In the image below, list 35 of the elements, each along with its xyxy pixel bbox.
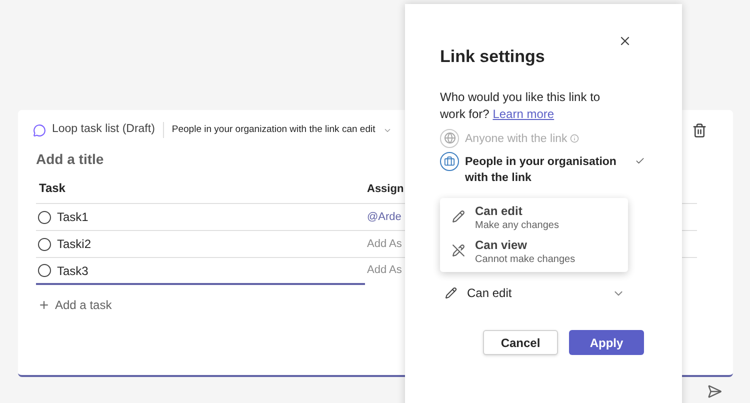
pencil-icon bbox=[445, 287, 457, 299]
crossed-pencil-icon bbox=[452, 244, 465, 257]
plus-icon bbox=[38, 299, 50, 311]
send-icon[interactable] bbox=[707, 384, 722, 399]
column-header: Task bbox=[38, 180, 66, 197]
learn-more-link[interactable]: Learn more bbox=[492, 106, 554, 120]
permission-select[interactable]: Can edit bbox=[445, 284, 625, 302]
briefcase-icon bbox=[440, 152, 459, 170]
add-task-button[interactable]: Add a task bbox=[38, 296, 112, 314]
permission-dropdown[interactable]: People in your organization with the link can edit bbox=[172, 122, 392, 138]
assignee-field[interactable]: Add As bbox=[367, 236, 402, 252]
task-name: Taski2 bbox=[57, 236, 92, 253]
apply-button[interactable]: Apply bbox=[569, 330, 644, 355]
title-field[interactable]: Add a title bbox=[36, 149, 104, 171]
dialog-question: Who would you like this link to work for? Learn more bbox=[440, 88, 602, 122]
task-name: Task1 bbox=[57, 209, 88, 226]
globe-icon bbox=[440, 128, 459, 148]
task-checkbox[interactable] bbox=[38, 264, 51, 277]
task-name: Task3 bbox=[57, 262, 88, 280]
assignee-field[interactable]: @Arde bbox=[367, 208, 402, 226]
check-icon bbox=[635, 156, 645, 166]
assignee-field[interactable]: Add As bbox=[367, 262, 402, 279]
link-option[interactable]: People in your organisation with the link bbox=[440, 152, 645, 186]
loop-icon bbox=[33, 124, 46, 136]
task-checkbox[interactable] bbox=[38, 238, 51, 250]
dialog-title: Link settings bbox=[440, 46, 545, 68]
menu-item[interactable]: Can edit Make any changes bbox=[440, 201, 628, 235]
trash-icon[interactable] bbox=[692, 122, 707, 138]
menu-item[interactable]: Can view Cannot make changes bbox=[440, 235, 628, 269]
pencil-icon bbox=[452, 210, 465, 223]
column-header: Assign bbox=[367, 182, 404, 196]
app-name: Loop task list (Draft) bbox=[52, 122, 155, 138]
cancel-button[interactable]: Cancel bbox=[483, 330, 558, 355]
task-checkbox[interactable] bbox=[38, 210, 51, 224]
close-button[interactable] bbox=[618, 34, 632, 48]
